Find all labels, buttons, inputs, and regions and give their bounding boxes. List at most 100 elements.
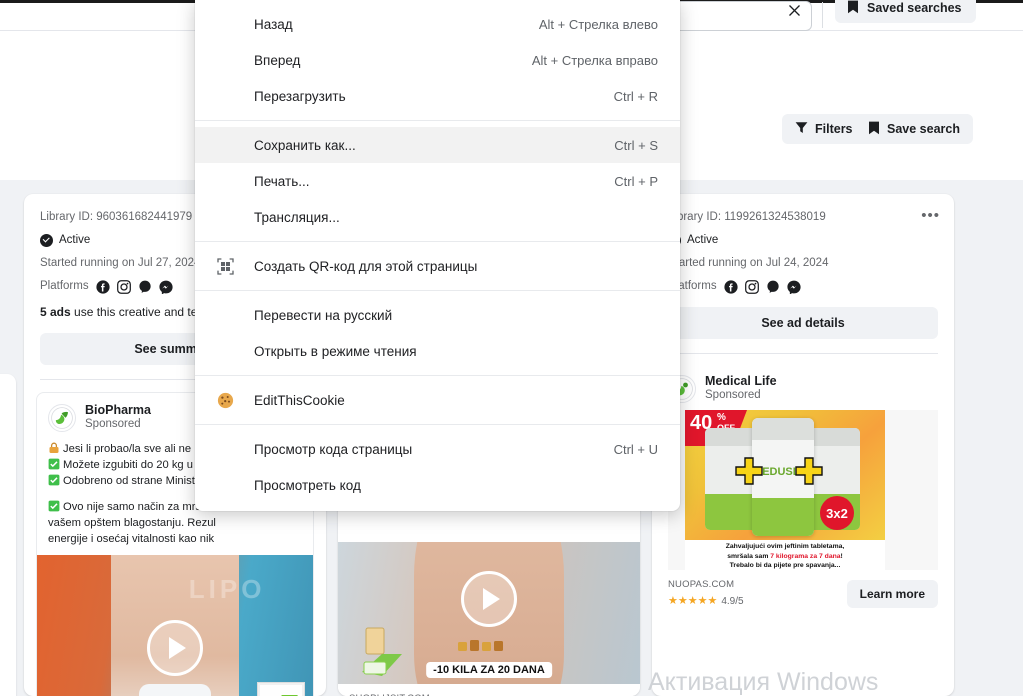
ad-brand-name: BioPharma bbox=[85, 403, 151, 417]
context-menu-item[interactable]: Назад Alt + Стрелка влево bbox=[195, 6, 680, 42]
context-menu-item-label: Просмотр кода страницы bbox=[254, 441, 413, 457]
check-mark-icon bbox=[48, 500, 60, 512]
creative-line-2: smršala sam 7 kilograma za 7 dana! bbox=[685, 552, 885, 562]
saved-searches-label: Saved searches bbox=[867, 1, 962, 15]
play-button[interactable] bbox=[461, 570, 517, 627]
context-menu-item-label: Просмотреть код bbox=[254, 477, 361, 493]
context-menu-item-label: EditThisCookie bbox=[254, 392, 345, 408]
lock-icon bbox=[48, 442, 60, 454]
context-menu-item[interactable]: Перезагрузить Ctrl + R bbox=[195, 78, 680, 114]
play-button[interactable] bbox=[147, 619, 203, 676]
creative-line-3: Trebalo bi da pijete pre spavanja... bbox=[729, 562, 841, 570]
ads-count-strong: 5 ads bbox=[40, 305, 71, 319]
context-menu-item-shortcut: Alt + Стрелка вправо bbox=[531, 52, 658, 68]
creative-line-1: Zahvaljujući ovim jeftinim tabletama, bbox=[725, 543, 845, 550]
context-menu-item-shortcut: Ctrl + U bbox=[613, 441, 658, 457]
library-id: Library ID: 1199261324538019 bbox=[668, 211, 826, 223]
check-circle-icon bbox=[40, 234, 53, 247]
star-rating-icons: ★★★★★ bbox=[668, 595, 718, 607]
context-menu-item[interactable]: Сохранить как... Ctrl + S bbox=[195, 127, 680, 163]
avatar bbox=[48, 403, 76, 432]
ad-paragraph-rest: vašem opštem blagostanju. Rezul energije… bbox=[48, 517, 216, 545]
see-ad-details-button[interactable]: See ad details bbox=[668, 307, 938, 339]
audience-network-icon bbox=[138, 280, 152, 294]
context-menu-item-shortcut: Ctrl + R bbox=[613, 88, 658, 104]
creative-line-2c: ! bbox=[840, 552, 843, 560]
context-menu-item-label: Печать... bbox=[254, 173, 310, 189]
save-search-label: Save search bbox=[887, 122, 960, 136]
messenger-icon bbox=[786, 280, 801, 294]
close-icon[interactable] bbox=[785, 4, 803, 22]
status-label: Active bbox=[59, 234, 91, 246]
media-caption: -10 KILA ZA 20 DANA bbox=[426, 662, 552, 678]
ad-card-right[interactable]: ••• Library ID: 1199261324538019 Active … bbox=[652, 194, 954, 696]
context-menu-item-label: Вперед bbox=[254, 52, 301, 68]
context-menu-item[interactable]: Вперед Alt + Стрелка вправо bbox=[195, 42, 680, 78]
windows-activation-watermark: Активация Windows bbox=[648, 668, 879, 696]
context-menu-item[interactable]: Печать... Ctrl + P bbox=[195, 163, 680, 199]
learn-more-button[interactable]: Learn more bbox=[846, 579, 938, 608]
bookmark-icon bbox=[847, 0, 859, 17]
status-badge: Active bbox=[668, 232, 938, 249]
ad-line-1: Jesi li probao/la sve ali ne mo bbox=[63, 443, 210, 455]
ad-media-middle[interactable]: -10 KILA ZA 20 DANA bbox=[338, 542, 640, 684]
started-running: Started running on Jul 24, 2024 bbox=[668, 257, 829, 269]
context-menu-item-shortcut: Ctrl + P bbox=[614, 173, 658, 189]
ad-brand-name: Medical Life bbox=[705, 374, 777, 388]
context-menu-separator bbox=[195, 290, 680, 291]
context-menu-separator bbox=[195, 424, 680, 425]
ad-line-3: Odobreno od strane Ministars bbox=[63, 475, 211, 487]
ad-footer-middle: SHOPLIJSIT.COM -10 kg za 20 dana Za samo… bbox=[338, 684, 640, 696]
ad-line-2: Možete izgubiti do 20 kg u prv bbox=[63, 459, 212, 471]
ad-header: Medical Life Sponsored bbox=[668, 364, 938, 410]
context-menu-item[interactable]: EditThisCookie bbox=[195, 382, 680, 418]
context-menu-item-label: Трансляция... bbox=[254, 209, 340, 225]
context-menu-item-label: Создать QR-код для этой страницы bbox=[254, 258, 478, 274]
platforms-row: Platforms bbox=[668, 278, 938, 295]
status-label: Active bbox=[687, 234, 719, 246]
context-menu-separator bbox=[195, 120, 680, 121]
context-menu-item[interactable]: Перевести на русский bbox=[195, 297, 680, 333]
platforms-label: Platforms bbox=[40, 280, 89, 292]
ellipsis-icon[interactable]: ••• bbox=[921, 208, 940, 223]
context-menu-item[interactable]: Трансляция... bbox=[195, 199, 680, 235]
context-menu-item-label: Сохранить как... bbox=[254, 137, 356, 153]
context-menu-item[interactable]: Просмотреть код bbox=[195, 467, 680, 503]
context-menu-item-label: Перевести на русский bbox=[254, 307, 393, 323]
creative-line-2a: smršala sam bbox=[727, 552, 771, 560]
ad-media-right[interactable]: 40 % OFF REDUSLIM bbox=[668, 410, 938, 570]
context-menu-item[interactable]: Открыть в режиме чтения bbox=[195, 333, 680, 369]
check-mark-icon bbox=[48, 458, 60, 470]
instagram-icon bbox=[744, 279, 759, 294]
promo-badge: 3x2 bbox=[820, 496, 854, 530]
context-menu-separator bbox=[195, 375, 680, 376]
facebook-icon bbox=[723, 279, 738, 294]
context-menu-item[interactable]: Просмотр кода страницы Ctrl + U bbox=[195, 431, 680, 467]
ad-domain: SHOPLIJSIT.COM bbox=[349, 692, 473, 696]
ads-count-rest: use this creative and tex bbox=[70, 305, 204, 319]
context-menu-item-shortcut: Alt + Стрелка влево bbox=[538, 16, 658, 32]
ad-paragraph-first: Ovo nije samo način za mršav bbox=[63, 501, 213, 513]
facebook-icon bbox=[95, 279, 110, 294]
cookie-icon bbox=[217, 392, 254, 409]
saved-searches-button[interactable]: Saved searches bbox=[835, 0, 976, 23]
ad-media-left[interactable]: LIPO bbox=[37, 555, 313, 696]
save-search-button[interactable]: Save search bbox=[855, 114, 973, 144]
ad-sponsored-label: Sponsored bbox=[705, 389, 761, 401]
context-menu-item-label: Назад bbox=[254, 16, 293, 32]
rating-row: ★★★★★ 4.9/5 bbox=[668, 591, 744, 609]
qr-code-icon bbox=[217, 257, 254, 275]
audience-network-icon bbox=[766, 280, 780, 294]
context-menu-item[interactable]: Создать QR-код для этой страницы bbox=[195, 248, 680, 284]
ad-card-offscreen bbox=[0, 374, 16, 696]
filters-button[interactable]: Filters bbox=[782, 114, 866, 144]
filters-label: Filters bbox=[815, 122, 853, 136]
rating-value: 4.9/5 bbox=[721, 596, 744, 607]
header-divider bbox=[822, 2, 823, 28]
ad-sponsored-label: Sponsored bbox=[85, 418, 141, 430]
card-divider bbox=[668, 353, 938, 354]
ad-preview-right: Medical Life Sponsored 40 % OFF bbox=[668, 364, 938, 617]
bookmark-icon bbox=[868, 121, 880, 138]
browser-context-menu[interactable]: Назад Alt + Стрелка влево Вперед Alt + Стре… bbox=[195, 0, 680, 511]
context-menu-item-label: Перезагрузить bbox=[254, 88, 346, 104]
